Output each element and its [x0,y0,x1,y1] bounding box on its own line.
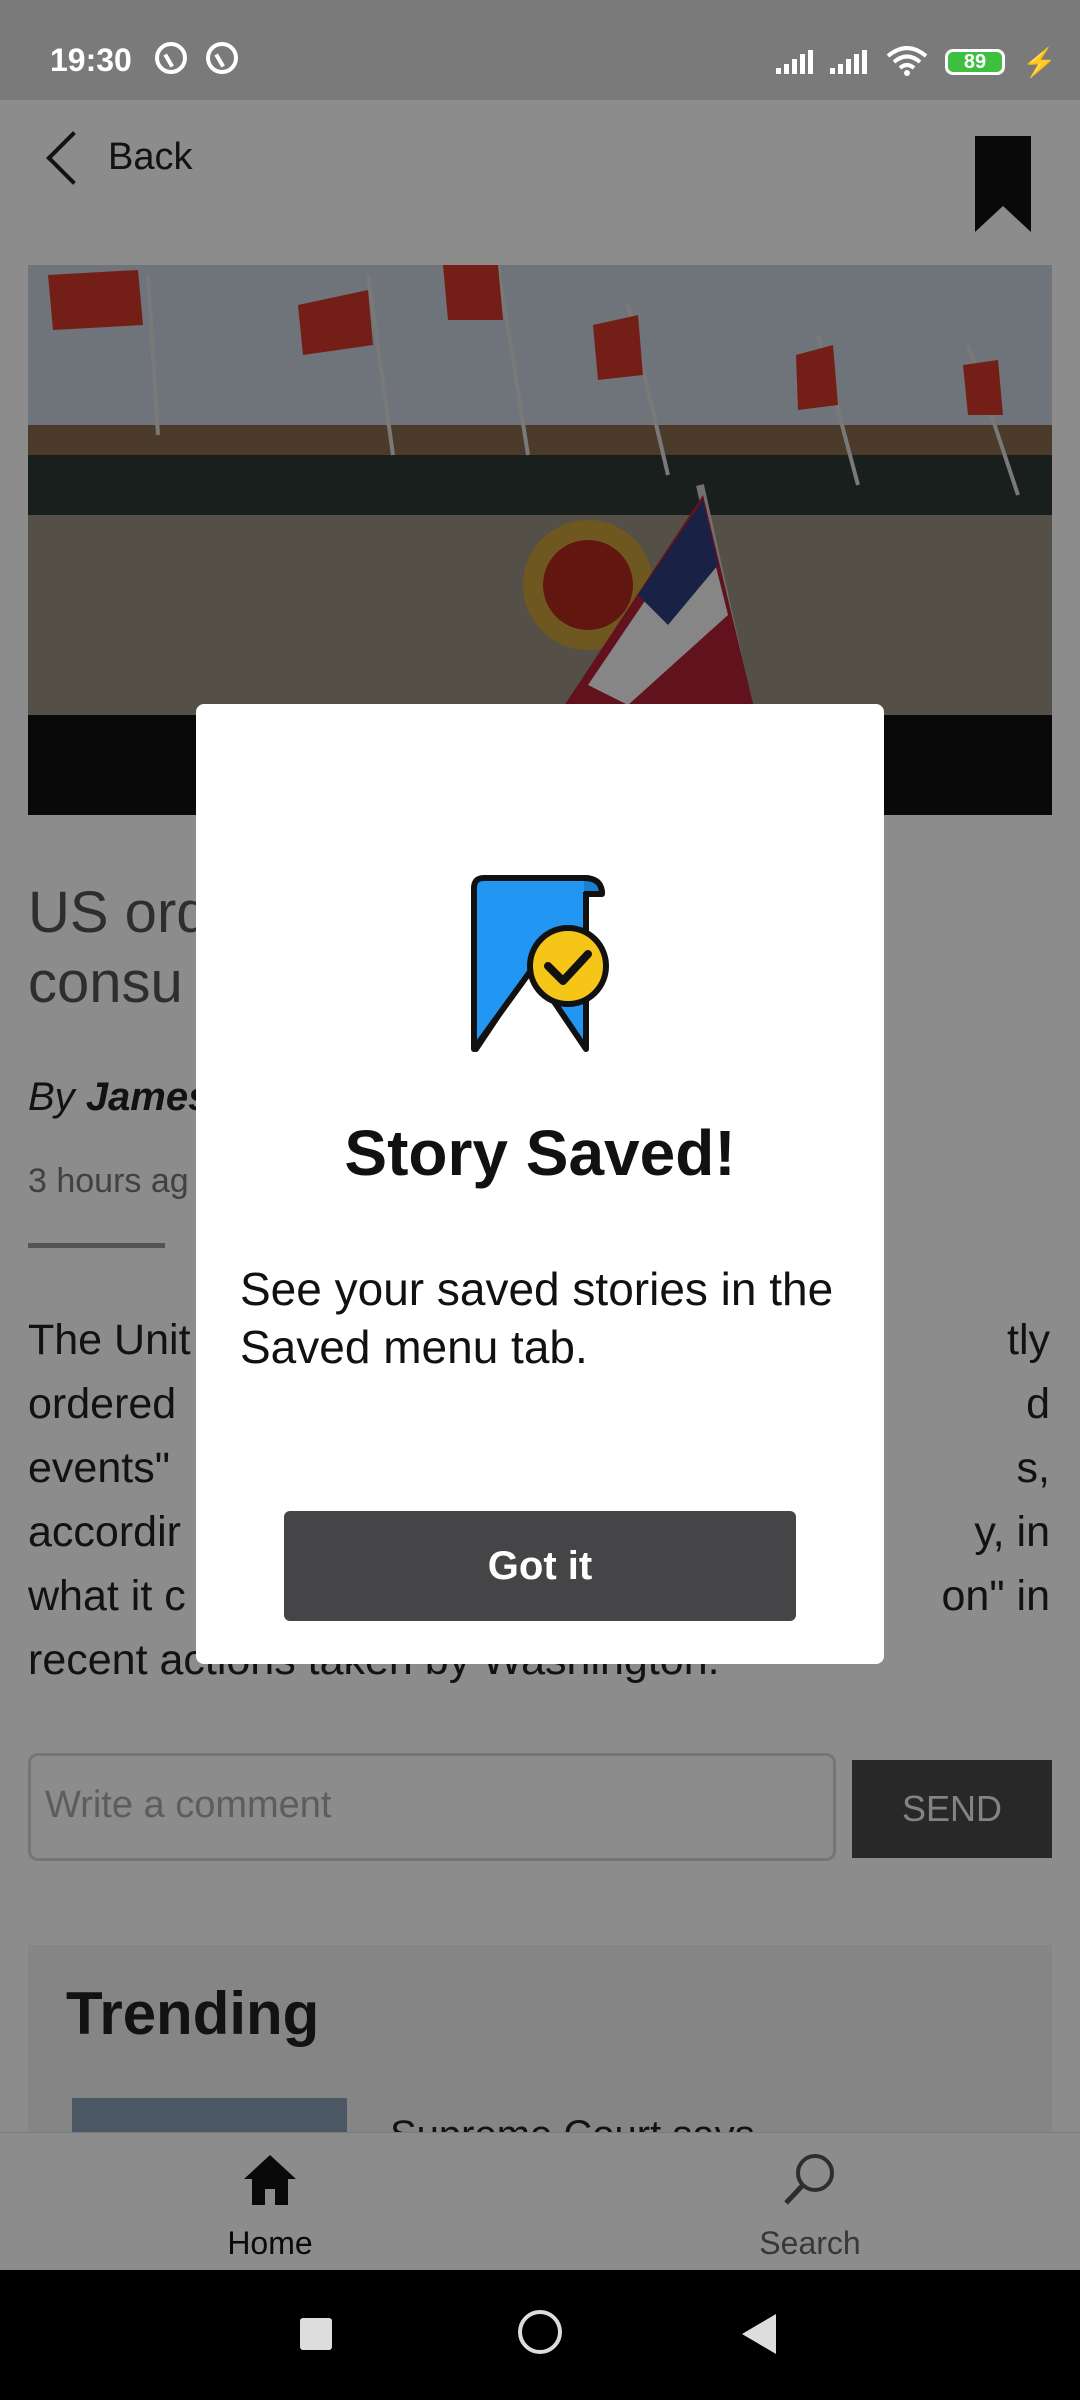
dialog-title: Story Saved! [344,1117,736,1189]
back-system-button[interactable] [742,2314,776,2354]
notification-icon [155,42,187,74]
signal-icon [776,50,813,74]
battery-icon: 89 [945,49,1005,75]
system-nav-bar [0,2270,1080,2400]
charging-icon: ⚡ [1022,47,1057,78]
signal-icon [830,50,867,74]
got-it-button[interactable]: Got it [284,1511,796,1621]
recents-button[interactable] [300,2318,332,2350]
wifi-icon [886,46,928,76]
notification-icon [206,42,238,74]
bookmark-check-icon [471,875,609,1052]
home-system-button[interactable] [518,2310,562,2354]
dialog-message: See your saved stories in the Saved menu… [240,1263,834,1373]
status-time: 19:30 [50,42,132,78]
status-bar: 19:30 89 ⚡ [0,0,1080,100]
story-saved-dialog: Story Saved! See your saved stories in t… [196,704,884,1664]
